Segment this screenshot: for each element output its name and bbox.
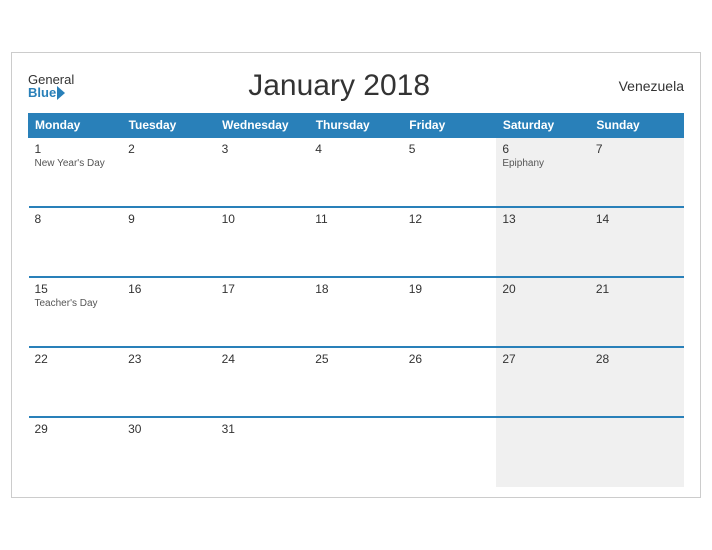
day-number: 15 (35, 282, 117, 296)
day-number: 28 (596, 352, 678, 366)
day-number: 11 (315, 212, 397, 226)
day-number: 2 (128, 142, 210, 156)
holiday-label: Teacher's Day (35, 298, 117, 309)
day-number: 20 (502, 282, 584, 296)
day-cell: 22 (29, 347, 123, 417)
day-cell (403, 417, 497, 487)
col-thursday: Thursday (309, 114, 403, 138)
week-row-4: 29 30 31 (29, 417, 684, 487)
day-cell: 2 (122, 137, 216, 207)
col-monday: Monday (29, 114, 123, 138)
day-number: 8 (35, 212, 117, 226)
col-saturday: Saturday (496, 114, 590, 138)
week-row-0: 1 New Year's Day 23456 Epiphany 7 (29, 137, 684, 207)
week-row-2: 15 Teacher's Day 16 17 18 19 20 21 (29, 277, 684, 347)
day-cell: 6 Epiphany (496, 137, 590, 207)
logo: General Blue (28, 73, 74, 100)
col-friday: Friday (403, 114, 497, 138)
day-cell: 11 (309, 207, 403, 277)
calendar-table: Monday Tuesday Wednesday Thursday Friday… (28, 113, 684, 487)
logo-triangle-icon (57, 86, 65, 100)
day-number: 5 (409, 142, 491, 156)
day-cell: 28 (590, 347, 684, 417)
day-number: 1 (35, 142, 117, 156)
day-cell: 5 (403, 137, 497, 207)
day-number: 14 (596, 212, 678, 226)
day-cell: 4 (309, 137, 403, 207)
day-cell: 16 (122, 277, 216, 347)
day-number: 24 (222, 352, 304, 366)
day-cell: 30 (122, 417, 216, 487)
day-cell: 18 (309, 277, 403, 347)
day-cell: 25 (309, 347, 403, 417)
day-number: 18 (315, 282, 397, 296)
day-cell: 27 (496, 347, 590, 417)
day-number: 16 (128, 282, 210, 296)
day-cell: 21 (590, 277, 684, 347)
day-number: 30 (128, 422, 210, 436)
day-cell: 7 (590, 137, 684, 207)
day-number: 4 (315, 142, 397, 156)
day-number: 26 (409, 352, 491, 366)
day-cell: 19 (403, 277, 497, 347)
calendar: General Blue January 2018 Venezuela Mond… (11, 52, 701, 498)
holiday-label: Epiphany (502, 158, 584, 169)
week-row-3: 22 23 24 25 26 27 28 (29, 347, 684, 417)
day-cell: 1 New Year's Day (29, 137, 123, 207)
day-number: 23 (128, 352, 210, 366)
calendar-body: 1New Year's Day23456Epiphany789101112131… (29, 137, 684, 487)
day-cell: 14 (590, 207, 684, 277)
day-number: 10 (222, 212, 304, 226)
day-number: 6 (502, 142, 584, 156)
calendar-header-row: Monday Tuesday Wednesday Thursday Friday… (29, 114, 684, 138)
day-cell: 20 (496, 277, 590, 347)
month-title: January 2018 (74, 69, 604, 103)
day-cell: 13 (496, 207, 590, 277)
country-label: Venezuela (604, 78, 684, 94)
day-cell: 23 (122, 347, 216, 417)
day-number: 29 (35, 422, 117, 436)
day-number: 13 (502, 212, 584, 226)
col-sunday: Sunday (590, 114, 684, 138)
col-tuesday: Tuesday (122, 114, 216, 138)
day-number: 25 (315, 352, 397, 366)
logo-blue-text: Blue (28, 86, 56, 99)
holiday-label: New Year's Day (35, 158, 117, 169)
day-number: 19 (409, 282, 491, 296)
day-number: 7 (596, 142, 678, 156)
day-number: 17 (222, 282, 304, 296)
day-cell: 31 (216, 417, 310, 487)
logo-general-text: General (28, 73, 74, 86)
day-cell: 24 (216, 347, 310, 417)
day-number: 22 (35, 352, 117, 366)
day-cell: 29 (29, 417, 123, 487)
day-number: 12 (409, 212, 491, 226)
day-cell: 3 (216, 137, 310, 207)
day-cell: 12 (403, 207, 497, 277)
day-cell: 26 (403, 347, 497, 417)
day-number: 31 (222, 422, 304, 436)
day-number: 27 (502, 352, 584, 366)
day-number: 3 (222, 142, 304, 156)
day-cell (496, 417, 590, 487)
week-row-1: 89 10 11 12 13 14 (29, 207, 684, 277)
day-cell: 8 (29, 207, 123, 277)
day-cell (309, 417, 403, 487)
calendar-header: General Blue January 2018 Venezuela (28, 69, 684, 103)
day-cell: 15 Teacher's Day (29, 277, 123, 347)
col-wednesday: Wednesday (216, 114, 310, 138)
day-cell: 17 (216, 277, 310, 347)
day-cell: 9 (122, 207, 216, 277)
day-cell: 10 (216, 207, 310, 277)
day-cell (590, 417, 684, 487)
day-number: 9 (128, 212, 210, 226)
day-number: 21 (596, 282, 678, 296)
